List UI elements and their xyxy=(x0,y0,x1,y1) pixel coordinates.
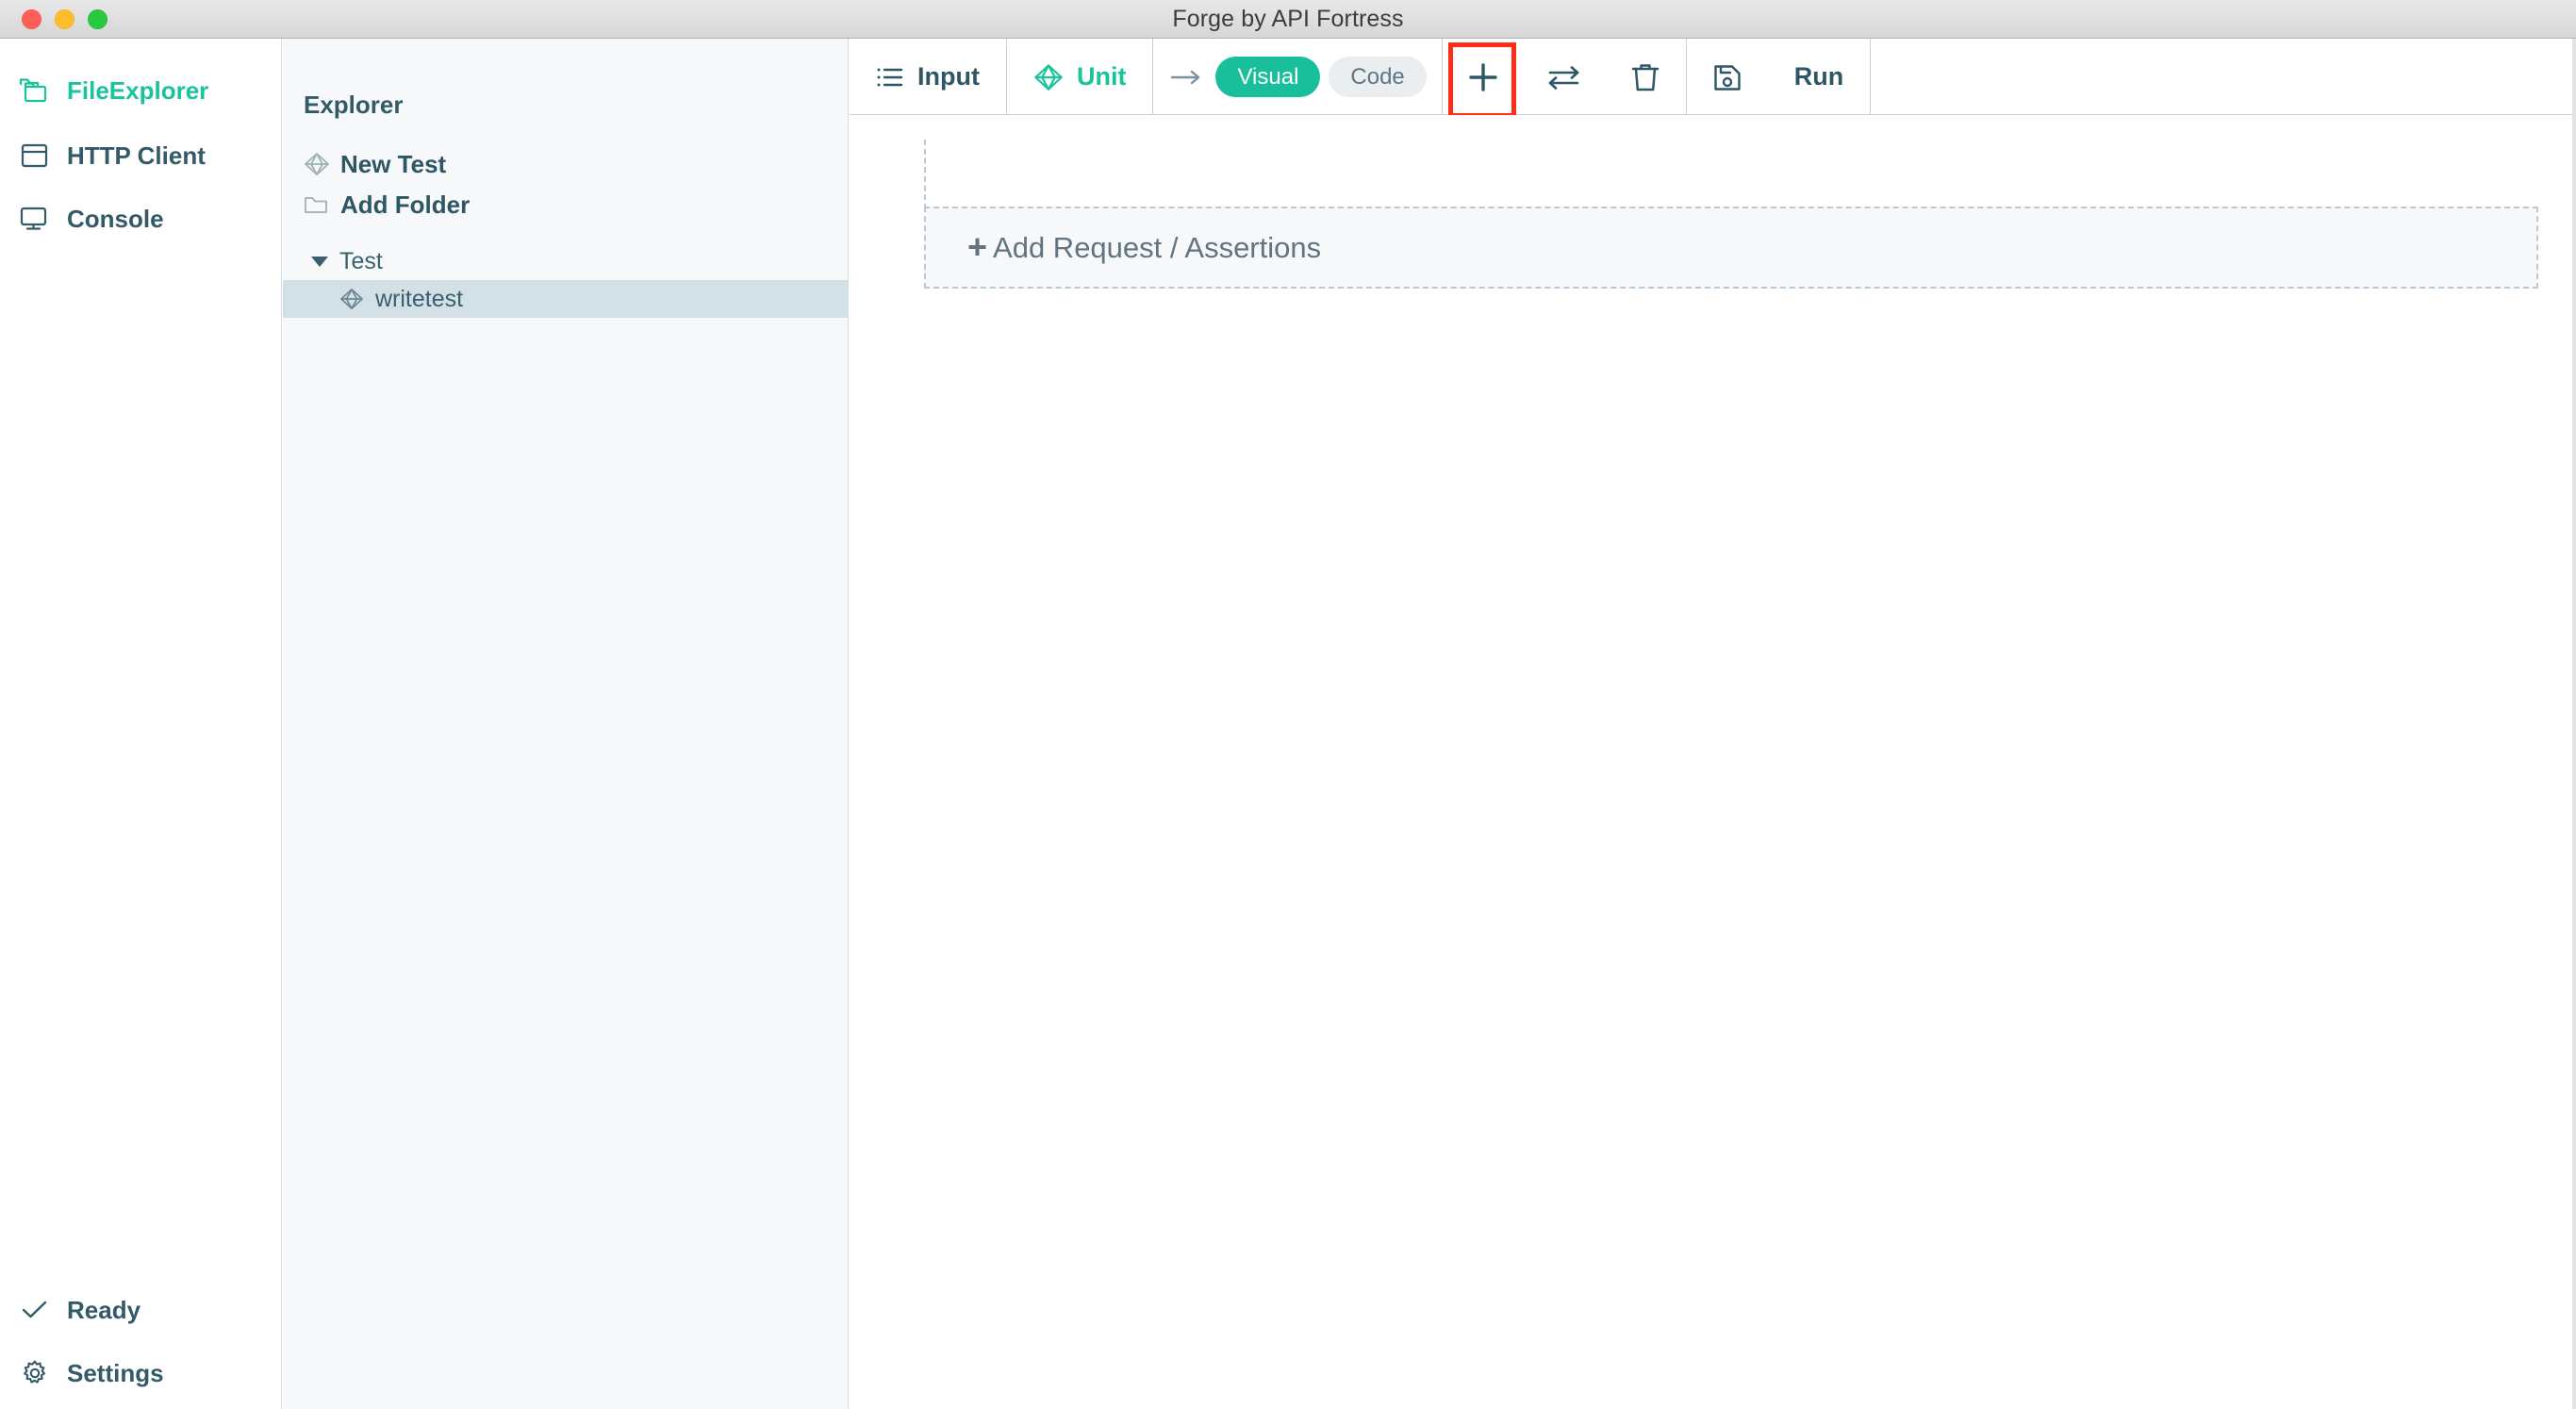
toolbar-group-run: Run xyxy=(1687,39,1872,115)
save-disk-icon xyxy=(1712,62,1742,92)
input-button[interactable]: Input xyxy=(850,39,1006,115)
delete-button[interactable] xyxy=(1605,39,1686,115)
new-test-button[interactable]: New Test xyxy=(304,144,446,184)
folder-icon xyxy=(304,191,330,218)
explorer-panel: Explorer New Test Add Folder Test writet… xyxy=(283,39,849,1409)
toolbar-group-input: Input xyxy=(850,39,1007,115)
cube-icon xyxy=(1033,63,1064,91)
run-button-label: Run xyxy=(1793,62,1844,91)
sidebar-item-http-client[interactable]: HTTP Client xyxy=(0,129,282,182)
window-title: Forge by API Fortress xyxy=(1172,5,1404,32)
tree-item-label: writetest xyxy=(375,285,464,312)
sidebar-item-console[interactable]: Console xyxy=(0,192,282,245)
run-button[interactable]: Run xyxy=(1768,39,1870,115)
new-test-label: New Test xyxy=(340,149,447,178)
folders-icon xyxy=(19,75,51,107)
arrow-right-icon xyxy=(1170,68,1204,87)
cube-icon xyxy=(304,151,330,177)
explorer-panel-title: Explorer xyxy=(304,91,404,119)
check-icon xyxy=(19,1294,51,1326)
close-window-button[interactable] xyxy=(22,9,41,29)
chevron-down-icon[interactable] xyxy=(311,256,328,267)
application-window: Forge by API Fortress FileExplorer HTTP … xyxy=(0,0,2576,1409)
add-request-assertions-button[interactable]: + Add Request / Assertions xyxy=(924,207,2538,289)
unit-button-label: Unit xyxy=(1076,62,1127,91)
status-ready: Ready xyxy=(0,1284,282,1336)
toolbar-group-unit: Unit xyxy=(1007,39,1154,115)
gear-icon xyxy=(19,1357,51,1389)
maximize-window-button[interactable] xyxy=(88,9,107,29)
status-label: Ready xyxy=(67,1295,141,1324)
tree-folder-test[interactable]: Test xyxy=(283,242,849,280)
add-folder-button[interactable]: Add Folder xyxy=(304,185,470,224)
sidebar-item-label: HTTP Client xyxy=(67,141,206,170)
add-request-label: Add Request / Assertions xyxy=(993,230,1322,264)
window-controls xyxy=(22,0,107,39)
sidebar-item-label: Settings xyxy=(67,1358,164,1387)
tree-item-label: Test xyxy=(339,247,383,274)
sidebar-item-label: FileExplorer xyxy=(67,75,209,105)
plus-icon: + xyxy=(967,226,988,266)
minimize-window-button[interactable] xyxy=(55,9,74,29)
window-right-edge xyxy=(2572,39,2576,1409)
explorer-tree: Test writetest xyxy=(283,242,849,318)
sidebar-nav-rail: FileExplorer HTTP Client Console Ready S… xyxy=(0,39,282,1409)
input-button-label: Input xyxy=(917,62,980,91)
editor-toolbar: Input Unit Visual Code Run xyxy=(850,39,2576,118)
swap-arrows-icon xyxy=(1546,63,1582,91)
mode-toggle-code[interactable]: Code xyxy=(1329,57,1427,97)
mode-toggle-visual[interactable]: Visual xyxy=(1215,57,1321,97)
cube-icon xyxy=(339,287,364,311)
plus-icon xyxy=(1467,61,1499,93)
title-bar: Forge by API Fortress xyxy=(0,0,2576,39)
add-folder-label: Add Folder xyxy=(340,190,471,219)
toolbar-group-actions xyxy=(1443,39,1687,118)
editor-canvas: + Add Request / Assertions xyxy=(850,115,2576,1409)
list-icon xyxy=(876,65,904,90)
sidebar-item-label: Console xyxy=(67,204,164,233)
save-button[interactable] xyxy=(1687,39,1768,115)
unit-button[interactable]: Unit xyxy=(1007,39,1152,115)
sidebar-item-fileexplorer[interactable]: FileExplorer xyxy=(0,64,282,117)
swap-button[interactable] xyxy=(1524,39,1605,115)
toolbar-group-mode: Visual Code xyxy=(1153,39,1443,115)
monitor-icon xyxy=(19,203,51,235)
mode-toggle: Visual Code xyxy=(1153,57,1441,97)
browser-window-icon xyxy=(19,140,51,172)
tree-item-writetest[interactable]: writetest xyxy=(283,280,849,318)
add-button[interactable] xyxy=(1443,39,1524,118)
sidebar-item-settings[interactable]: Settings xyxy=(0,1347,282,1400)
trash-icon xyxy=(1630,61,1660,93)
